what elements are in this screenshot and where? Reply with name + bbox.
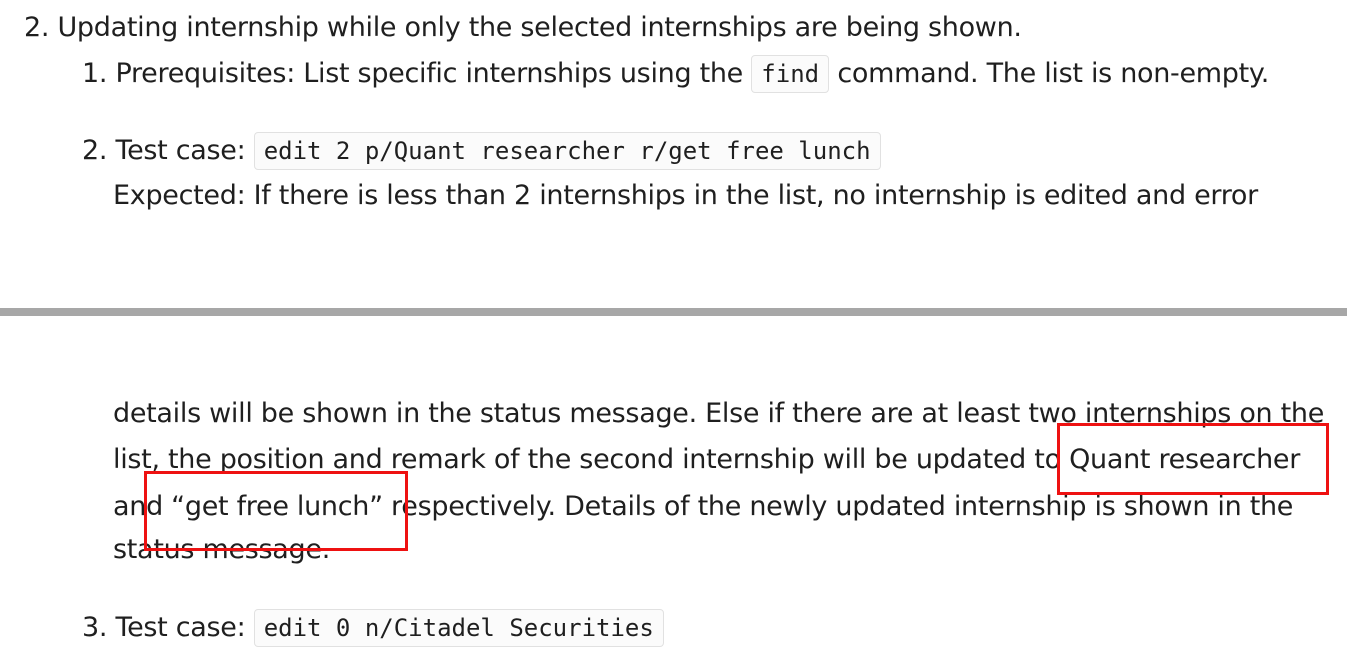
page-divider — [0, 308, 1347, 316]
prerequisites-text-end: command. The list is non-empty. — [837, 58, 1270, 89]
list-item-text: Updating internship while only the selec… — [57, 12, 1022, 43]
test-case-label: Test case: — [115, 135, 246, 166]
list-number: 1. — [82, 58, 108, 89]
edit-command-code: edit 0 n/Citadel Securities — [253, 609, 664, 647]
annotation-box-quant-researcher — [1057, 423, 1329, 495]
list-number: 3. — [82, 612, 108, 643]
list-item-2: 2. Updating internship while only the se… — [24, 10, 1022, 46]
prerequisites-text: Prerequisites: List specific internships… — [115, 58, 743, 89]
list-number: 2. — [82, 135, 108, 166]
find-command-code: find — [751, 55, 830, 93]
sub-item-1: 1. Prerequisites: List specific internsh… — [82, 55, 1269, 93]
sub-item-2: 2. Test case: edit 2 p/Quant researcher … — [82, 132, 881, 170]
list-number: 2. — [24, 12, 50, 43]
sub-item-3: 3. Test case: edit 0 n/Citadel Securitie… — [82, 609, 664, 647]
edit-command-code: edit 2 p/Quant researcher r/get free lun… — [253, 132, 881, 170]
expected-text-line-1: Expected: If there is less than 2 intern… — [113, 180, 1258, 211]
test-case-label: Test case: — [115, 612, 246, 643]
annotation-box-get-free-lunch — [144, 471, 408, 551]
